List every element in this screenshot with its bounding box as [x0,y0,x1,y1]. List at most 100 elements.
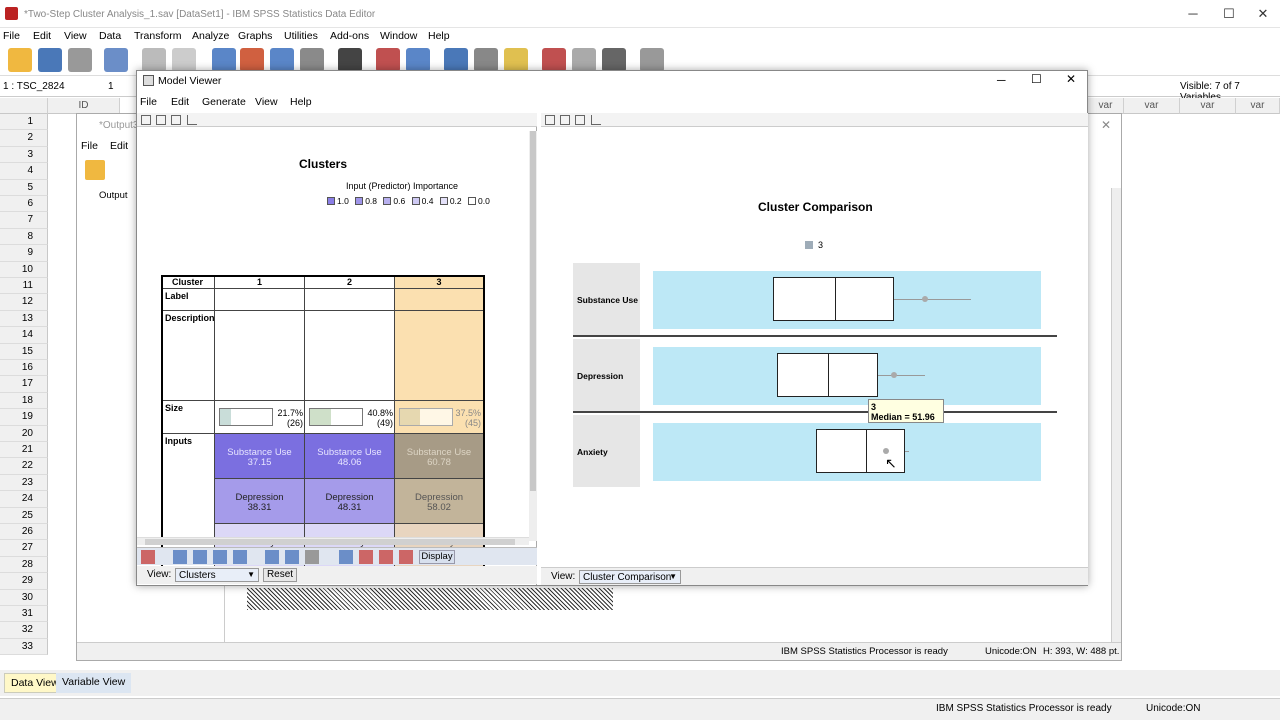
menu-addons[interactable]: Add-ons [330,30,369,42]
cluster-2-label-cell[interactable] [305,289,395,311]
copy-data-icon[interactable] [156,115,166,125]
cell-absolute-icon[interactable] [285,550,299,564]
value-labels-icon[interactable] [542,48,566,72]
menu-graphs[interactable]: Graphs [238,30,272,42]
boxplot-median-dot[interactable] [882,448,889,454]
view-dropdown[interactable]: Clusters ▼ [175,568,259,582]
mv-menu-file[interactable]: File [140,96,157,108]
row-header[interactable]: 16 [0,360,48,377]
col-header-var[interactable]: var [1088,98,1124,114]
mv-close-icon[interactable]: ✕ [1066,72,1076,86]
cluster-3-label-cell[interactable] [395,289,483,311]
row-header[interactable]: 32 [0,622,48,639]
output-menu-file[interactable]: File [81,140,98,152]
percent-icon[interactable] [339,550,353,564]
output-close-icon[interactable]: ✕ [1101,118,1111,132]
left-pane-vscroll-thumb[interactable] [530,131,536,491]
comparison-view-dropdown[interactable]: Cluster Comparison ▼ [579,570,681,584]
weight-cases-icon[interactable] [474,48,498,72]
input-cell-substance-use[interactable]: Substance Use 48.06 [305,434,395,479]
row-header[interactable]: 17 [0,376,48,393]
row-header[interactable]: 15 [0,343,48,360]
menu-help[interactable]: Help [428,30,450,42]
row-header[interactable]: 11 [0,278,48,295]
cluster-2-header[interactable]: 2 [305,277,395,289]
cell-value[interactable]: 1 [108,81,114,92]
display-button[interactable]: Display [419,550,455,564]
cluster-2-size-cell[interactable]: 40.8% (49) [305,401,395,434]
col-header-id[interactable]: ID [48,98,120,114]
row-header[interactable]: 26 [0,524,48,541]
mv-menu-help[interactable]: Help [290,96,312,108]
input-cell-depression[interactable]: Depression 38.31 [215,479,305,524]
redo-icon[interactable] [172,48,196,72]
input-cell-substance-use[interactable]: Substance Use 37.15 [215,434,305,479]
resize-icon[interactable] [591,115,601,125]
goto-case-icon[interactable] [212,48,236,72]
dialog-recall-icon[interactable] [104,48,128,72]
boxplot-box[interactable] [773,277,894,321]
spell-check-icon[interactable] [640,48,664,72]
row-header[interactable]: 9 [0,245,48,262]
row-header[interactable]: 3 [0,146,48,164]
find-icon[interactable] [338,48,362,72]
row-header[interactable]: 27 [0,540,48,557]
input-cell-depression[interactable]: Depression 58.02 [395,479,483,524]
close-icon[interactable]: ✕ [1250,6,1276,22]
menu-utilities[interactable]: Utilities [284,30,318,42]
cluster-2-description-cell[interactable] [305,311,395,401]
maximize-icon[interactable]: ☐ [1216,6,1242,22]
variables-icon[interactable] [270,48,294,72]
row-header[interactable]: 19 [0,409,48,426]
open-icon[interactable] [8,48,32,72]
resize-icon[interactable] [187,115,197,125]
cluster-1-description-cell[interactable] [215,311,305,401]
cluster-3-size-cell[interactable]: 37.5% (45) [395,401,483,434]
row-header[interactable]: 22 [0,458,48,475]
outline-item-output[interactable]: Output [99,190,128,201]
row-header[interactable]: 14 [0,327,48,344]
insert-variable-icon[interactable] [406,48,430,72]
mv-menu-edit[interactable]: Edit [171,96,189,108]
row-header[interactable]: 8 [0,228,48,246]
row-header[interactable]: 18 [0,392,48,410]
row-header[interactable]: 24 [0,491,48,508]
show-all-icon[interactable] [602,48,626,72]
row-header[interactable]: 21 [0,442,48,459]
print-icon[interactable] [171,115,181,125]
menu-edit[interactable]: Edit [33,30,51,42]
transpose-icon[interactable] [141,550,155,564]
input-cell-depression[interactable]: Depression 48.31 [305,479,395,524]
row-header[interactable]: 12 [0,294,48,311]
row-header[interactable]: 28 [0,556,48,574]
minimize-icon[interactable]: ─ [1180,6,1206,22]
boxplot-median-dot[interactable] [890,372,897,378]
col-header-var[interactable]: var [1124,98,1180,114]
chart-icon[interactable] [359,550,373,564]
split-file-icon[interactable] [444,48,468,72]
sort-clusters-icon[interactable] [213,550,227,564]
row-header[interactable]: 6 [0,196,48,213]
cluster-1-header[interactable]: 1 [215,277,305,289]
menu-data[interactable]: Data [99,30,121,42]
menu-analyze[interactable]: Analyze [192,30,229,42]
output-menu-edit[interactable]: Edit [110,140,128,152]
row-header[interactable]: 31 [0,606,48,623]
row-header[interactable]: 4 [0,163,48,180]
undo-icon[interactable] [142,48,166,72]
print-icon[interactable] [68,48,92,72]
cluster-1-label-cell[interactable] [215,289,305,311]
cells-icon[interactable] [173,550,187,564]
boxplot-median-dot[interactable] [921,296,928,302]
save-icon[interactable] [38,48,62,72]
left-pane-hscroll[interactable] [137,537,529,545]
sort-name-icon[interactable] [233,550,247,564]
row-header[interactable]: 23 [0,474,48,492]
copy-icon[interactable] [141,115,151,125]
tab-variable-view[interactable]: Variable View [56,673,132,693]
menu-view[interactable]: View [64,30,87,42]
chart-icon[interactable] [399,550,413,564]
mv-menu-view[interactable]: View [255,96,278,108]
menu-window[interactable]: Window [380,30,417,42]
chart-icon[interactable] [379,550,393,564]
